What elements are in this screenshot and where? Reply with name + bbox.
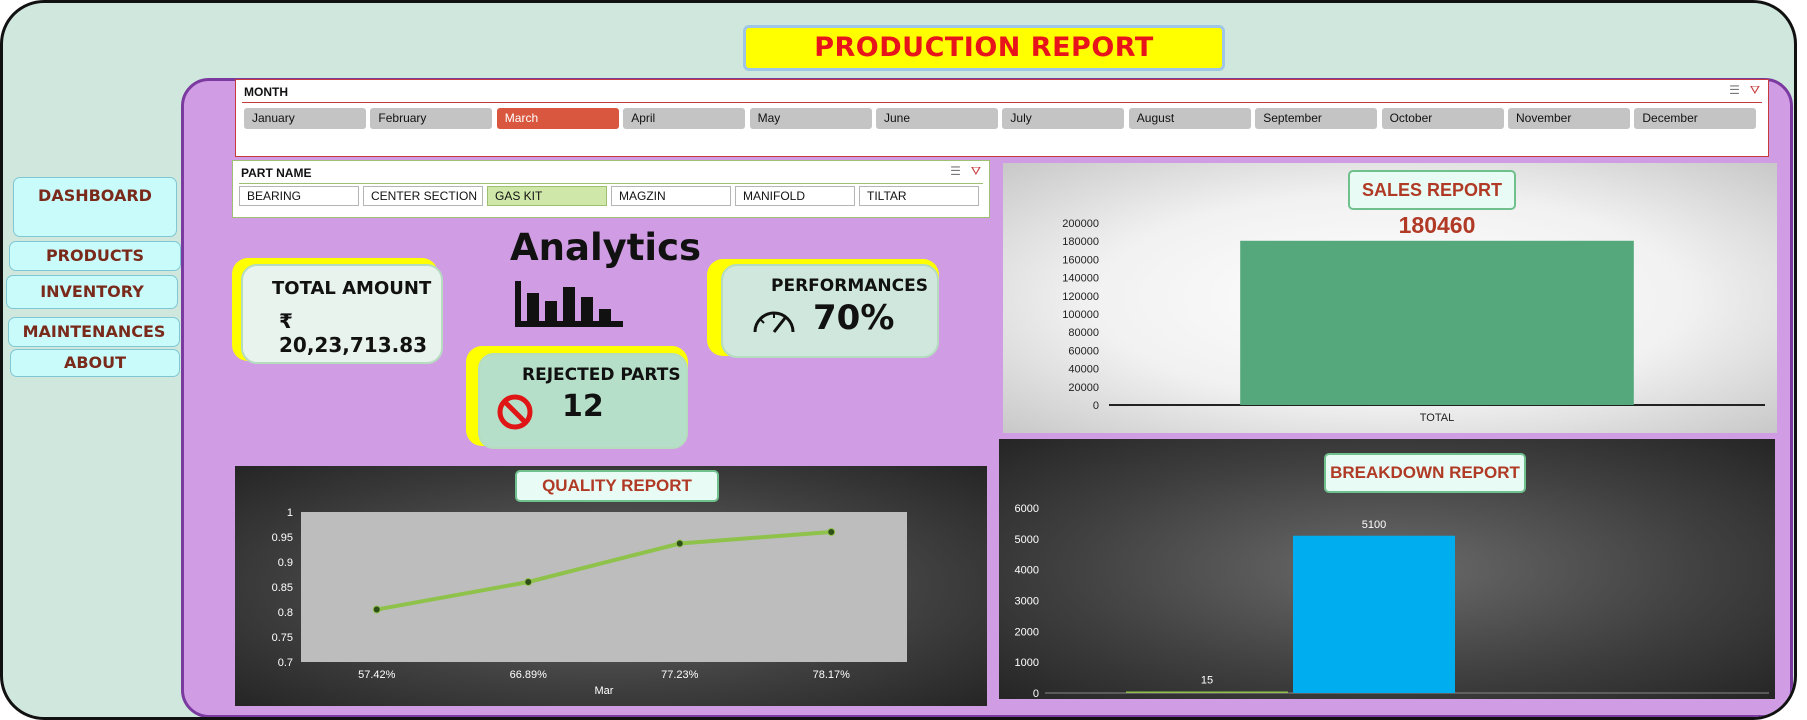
rejected-parts-value: 12	[562, 389, 604, 424]
y-tick-label: 2000	[1015, 626, 1039, 638]
y-tick-label: 0.85	[272, 582, 293, 594]
breakdown-bar	[1293, 535, 1455, 693]
sales-bar	[1240, 240, 1634, 405]
y-tick-label: 180000	[1062, 236, 1099, 248]
part-item[interactable]: MANIFOLD	[735, 186, 855, 206]
y-tick-label: 0	[1033, 688, 1039, 699]
month-item[interactable]: February	[370, 108, 493, 129]
y-tick-label: 140000	[1062, 273, 1099, 285]
y-tick-label: 6000	[1015, 503, 1039, 515]
y-tick-label: 0.8	[278, 607, 293, 619]
y-tick-label: 20000	[1068, 382, 1099, 394]
breakdown-report-chart: 0 1000 2000 3000 4000 5000 6000 15 5100	[1015, 503, 1769, 699]
month-item[interactable]: January	[244, 108, 366, 129]
part-item[interactable]: TILTAR	[859, 186, 979, 206]
nav-maintenances-button[interactable]: MAINTENANCES	[8, 317, 180, 347]
nav-dashboard-button[interactable]: DASHBOARD	[13, 177, 177, 237]
y-tick-label: 0.9	[278, 557, 293, 569]
month-item[interactable]: July	[1002, 108, 1125, 129]
bar-chart-icon	[515, 281, 623, 327]
y-tick-label: 160000	[1062, 254, 1099, 266]
nav-products-button[interactable]: PRODUCTS	[9, 241, 181, 271]
breakdown-bar	[1126, 691, 1288, 693]
quality-report-panel: QUALITY REPORT 0.7 0.75 0.8 0.85 0.9 0.95 1 57.…	[235, 466, 987, 706]
x-tick-label: TOTAL	[1420, 412, 1454, 424]
y-tick-label: 0.75	[272, 632, 293, 644]
month-item[interactable]: April	[623, 108, 746, 129]
y-tick-label: 120000	[1062, 291, 1099, 303]
quality-point	[827, 528, 836, 536]
y-tick-label: 0	[1093, 400, 1099, 412]
month-slicer: MONTH ☰ ⛛ January February March April May Jun…	[235, 79, 1769, 157]
performance-label: PERFORMANCES	[771, 276, 928, 296]
sales-report-chart: 0 20000 40000 60000 80000 100000 120000 140000 1…	[1062, 212, 1765, 424]
y-tick-label: 3000	[1015, 596, 1039, 608]
sales-report-panel: SALES REPORT 0 20000 40000 60000 80000 100000…	[1003, 163, 1777, 433]
multi-select-icon[interactable]: ☰	[1729, 83, 1740, 97]
gauge-icon	[753, 311, 795, 333]
rejected-parts-label: REJECTED PARTS	[522, 365, 681, 385]
clear-filter-icon[interactable]: ⛛	[1750, 83, 1760, 97]
quality-report-chart: 0.7 0.75 0.8 0.85 0.9 0.95 1 57.42% 66.89% 77.23%…	[272, 507, 907, 697]
clear-filter-icon[interactable]: ⛛	[971, 164, 981, 178]
y-tick-label: 80000	[1068, 327, 1099, 339]
x-tick-label: 57.42%	[358, 669, 396, 681]
nav-about-button[interactable]: ABOUT	[10, 349, 180, 377]
x-tick-label: 66.89%	[510, 669, 548, 681]
total-amount-card: TOTAL AMOUNT ₹ 20,23,713.83	[241, 264, 443, 364]
quality-point	[675, 539, 684, 548]
dashboard-frame: PRODUCTION REPORT DASHBOARD PRODUCTS INV…	[0, 0, 1797, 720]
y-tick-label: 5000	[1015, 534, 1039, 546]
multi-select-icon[interactable]: ☰	[950, 164, 961, 178]
month-item[interactable]: August	[1128, 108, 1251, 129]
nav-inventory-button[interactable]: INVENTORY	[6, 275, 178, 309]
month-item[interactable]: September	[1255, 108, 1378, 129]
total-amount-label: TOTAL AMOUNT	[272, 278, 432, 299]
y-tick-label: 0.7	[278, 657, 293, 669]
rejected-parts-card: REJECTED PARTS 12	[478, 353, 688, 449]
month-slicer-title: MONTH	[244, 85, 288, 99]
month-item[interactable]: March	[496, 108, 619, 129]
y-tick-label: 4000	[1015, 565, 1039, 577]
sales-data-label: 180460	[1399, 212, 1476, 238]
performance-card: PERFORMANCES 70%	[721, 264, 939, 358]
month-item[interactable]: December	[1634, 108, 1757, 129]
part-item[interactable]: CENTER SECTION	[363, 186, 483, 206]
month-item[interactable]: June	[876, 108, 998, 129]
x-axis-label: Mar	[595, 685, 614, 697]
month-item[interactable]: October	[1381, 108, 1504, 129]
quality-point	[524, 578, 533, 586]
y-tick-label: 0.95	[272, 532, 293, 544]
total-amount-value: ₹ 20,23,713.83	[279, 309, 428, 357]
page-title: PRODUCTION REPORT	[743, 25, 1225, 71]
performance-value: 70%	[813, 298, 895, 338]
x-tick-label: 77.23%	[661, 669, 699, 681]
quality-point	[372, 605, 381, 614]
month-item[interactable]: November	[1508, 108, 1630, 129]
y-tick-label: 100000	[1062, 309, 1099, 321]
y-tick-label: 1000	[1015, 657, 1039, 669]
x-tick-label: 78.17%	[813, 669, 851, 681]
breakdown-report-panel: BREAKDOWN REPORT 0 1000 2000 3000 4000 5000 60…	[999, 439, 1775, 699]
part-item[interactable]: MAGZIN	[611, 186, 731, 206]
y-tick-label: 1	[287, 507, 293, 519]
part-slicer-title: PART NAME	[241, 166, 312, 180]
prohibited-icon	[497, 394, 533, 430]
month-item[interactable]: May	[749, 108, 872, 129]
part-slicer: PART NAME ☰ ⛛ BEARING CENTER SECTION GAS KI…	[232, 160, 990, 218]
part-item[interactable]: BEARING	[239, 186, 359, 206]
part-item[interactable]: GAS KIT	[487, 186, 607, 206]
breakdown-data-label: 15	[1201, 675, 1213, 687]
analytics-label: Analytics	[510, 226, 702, 269]
y-tick-label: 60000	[1068, 345, 1099, 357]
y-tick-label: 40000	[1068, 364, 1099, 376]
y-tick-label: 200000	[1062, 218, 1099, 230]
breakdown-data-label: 5100	[1362, 519, 1386, 531]
